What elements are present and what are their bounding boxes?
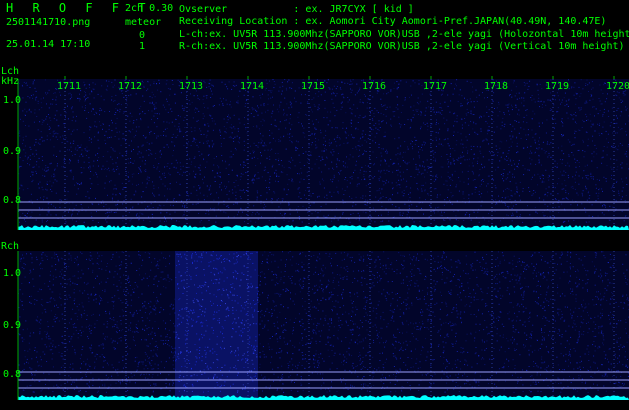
lch-y-tick: 0.8 (3, 195, 22, 206)
time-tick-label: 1720 (606, 81, 629, 92)
spectrogram-display (17, 76, 629, 400)
lch-unit-label: kHz (1, 76, 20, 87)
time-tick-label: 1715 (301, 81, 326, 92)
lch-panel-background (18, 79, 629, 230)
rch-label: Rch (1, 241, 20, 252)
time-tick-label: 1714 (240, 81, 265, 92)
time-tick-label: 1718 (484, 81, 509, 92)
time-tick-label: 1713 (179, 81, 204, 92)
time-tick-label: 1717 (423, 81, 448, 92)
lch-y-tick: 1.0 (3, 95, 22, 106)
rch-y-tick: 1.0 (3, 268, 22, 279)
rch-panel-meteor-region (175, 251, 258, 400)
time-tick-label: 1716 (362, 81, 387, 92)
time-tick-label: 1719 (545, 81, 570, 92)
rch-y-tick: 0.9 (3, 320, 22, 331)
lch-y-tick: 0.9 (3, 146, 22, 157)
rch-y-tick: 0.8 (3, 369, 22, 380)
time-tick-label: 1712 (118, 81, 143, 92)
time-tick-label: 1711 (57, 81, 82, 92)
